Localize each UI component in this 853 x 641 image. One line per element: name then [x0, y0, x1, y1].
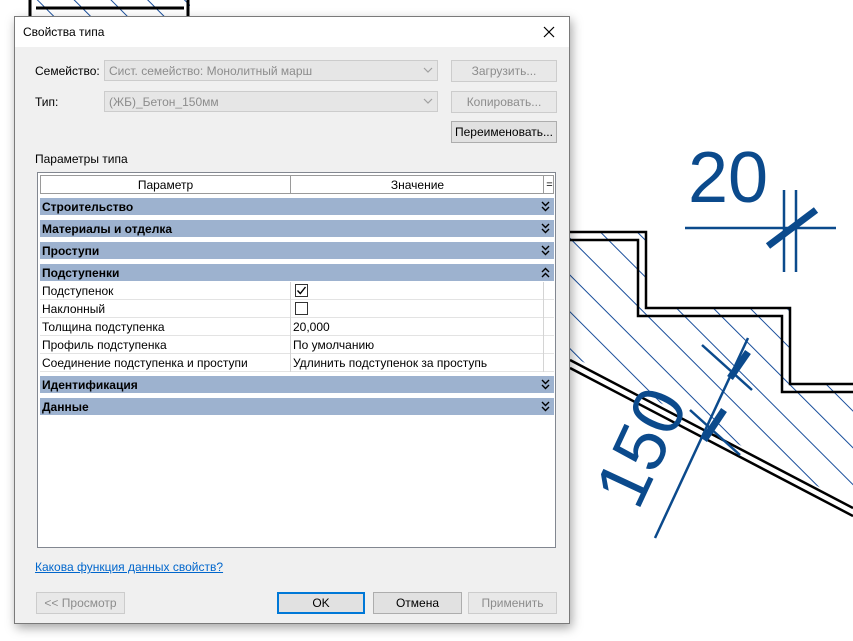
copy-button[interactable]: Копировать... — [451, 91, 557, 113]
chevron-down-icon — [423, 98, 433, 104]
riser-checkbox[interactable] — [295, 284, 308, 297]
sloped-checkbox[interactable] — [295, 302, 308, 315]
chevron-down-icon — [423, 67, 433, 73]
group-label: Данные — [42, 400, 89, 414]
expand-icon — [541, 401, 550, 412]
param-value[interactable]: По умолчанию — [293, 338, 374, 352]
param-row-sloped[interactable]: Наклонный — [40, 300, 554, 318]
param-name: Соединение подступенка и проступи — [42, 356, 248, 370]
apply-button[interactable]: Применить — [468, 592, 557, 614]
column-header-value[interactable]: Значение — [292, 176, 544, 193]
param-row-riser-profile[interactable]: Профиль подступенка По умолчанию — [40, 336, 554, 354]
group-label: Идентификация — [42, 378, 138, 392]
group-label: Материалы и отделка — [42, 222, 173, 236]
collapse-icon — [541, 267, 550, 278]
type-properties-dialog: Свойства типа Семейство: Сист. семейство… — [14, 16, 570, 624]
expand-icon — [541, 223, 550, 234]
checkmark-icon — [296, 286, 307, 295]
param-name: Толщина подступенка — [42, 320, 165, 334]
param-row-riser[interactable]: Подступенок — [40, 282, 554, 300]
group-identity[interactable]: Идентификация — [40, 376, 554, 393]
cancel-button[interactable]: Отмена — [373, 592, 462, 614]
family-select[interactable]: Сист. семейство: Монолитный марш — [104, 60, 438, 81]
param-name: Профиль подступенка — [42, 338, 167, 352]
help-link[interactable]: Какова функция данных свойств? — [35, 560, 223, 574]
type-select[interactable]: (ЖБ)_Бетон_150мм — [104, 91, 438, 112]
dialog-title: Свойства типа — [23, 25, 105, 39]
column-header-parameter[interactable]: Параметр — [41, 176, 291, 193]
rename-button[interactable]: Переименовать... — [451, 121, 557, 143]
close-button[interactable] — [529, 17, 569, 47]
family-value: Сист. семейство: Монолитный марш — [109, 64, 313, 78]
dimension-text-20: 20 — [688, 138, 768, 218]
param-name: Наклонный — [42, 302, 106, 316]
param-row-riser-thickness[interactable]: Толщина подступенка 20,000 — [40, 318, 554, 336]
expand-icon — [541, 245, 550, 256]
group-label: Проступи — [42, 244, 100, 258]
preview-button[interactable]: << Просмотр — [36, 592, 125, 614]
type-label: Тип: — [35, 95, 59, 109]
close-icon — [543, 26, 555, 38]
group-materials[interactable]: Материалы и отделка — [40, 220, 554, 237]
param-value[interactable]: Удлинить подступенок за проступь — [293, 356, 487, 370]
column-header-formula[interactable]: = — [545, 176, 554, 193]
properties-grid: Параметр Значение = Строительство Матери… — [37, 172, 556, 548]
param-value[interactable]: 20,000 — [293, 320, 330, 334]
group-treads[interactable]: Проступи — [40, 242, 554, 259]
load-button[interactable]: Загрузить... — [451, 60, 557, 82]
param-name: Подступенок — [42, 284, 114, 298]
ok-button[interactable]: OK — [277, 592, 365, 614]
group-risers[interactable]: Подступенки — [40, 264, 554, 281]
title-bar: Свойства типа — [15, 17, 569, 47]
grid-header: Параметр Значение = — [40, 175, 554, 194]
expand-icon — [541, 379, 550, 390]
type-parameters-label: Параметры типа — [35, 152, 128, 166]
type-value: (ЖБ)_Бетон_150мм — [109, 95, 219, 109]
group-construction[interactable]: Строительство — [40, 198, 554, 215]
param-row-riser-tread-connection[interactable]: Соединение подступенка и проступи Удлини… — [40, 354, 554, 372]
expand-icon — [541, 201, 550, 212]
family-label: Семейство: — [35, 64, 100, 78]
group-data[interactable]: Данные — [40, 398, 554, 415]
group-label: Строительство — [42, 200, 134, 214]
group-label: Подступенки — [42, 266, 120, 280]
